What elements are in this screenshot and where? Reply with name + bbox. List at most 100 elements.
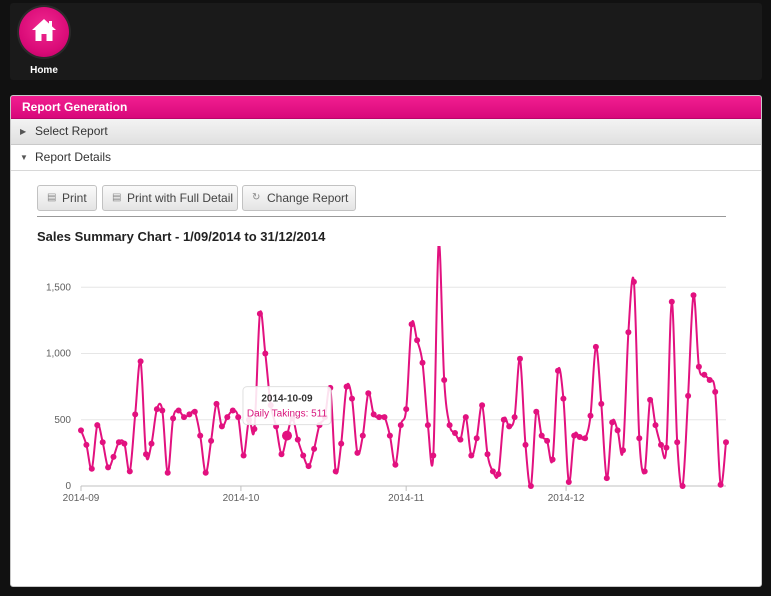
data-point (408, 321, 415, 328)
data-point (695, 363, 702, 370)
data-point (614, 427, 621, 434)
print-button[interactable]: ▤ Print (37, 185, 97, 211)
data-point (701, 371, 708, 378)
data-point (706, 377, 713, 383)
data-point (430, 452, 437, 459)
data-point (587, 412, 594, 419)
report-details-section[interactable]: ▼ Report Details (11, 145, 761, 171)
data-point (533, 408, 540, 415)
data-point (560, 395, 567, 402)
data-point (181, 414, 187, 421)
print-full-detail-label: Print with Full Detail (127, 191, 234, 205)
caret-right-icon: ▶ (20, 127, 27, 136)
data-point (479, 402, 486, 409)
x-tick-label: 2014-10 (223, 493, 260, 504)
data-point (663, 444, 670, 451)
data-point (186, 411, 193, 418)
data-point (517, 355, 523, 362)
data-point (132, 411, 139, 418)
data-point (218, 423, 225, 430)
data-point (630, 278, 637, 285)
chart-title: Sales Summary Chart - 1/09/2014 to 31/12… (37, 229, 326, 244)
data-point (354, 449, 361, 456)
data-point (565, 479, 572, 485)
data-point (213, 400, 220, 407)
data-point (576, 434, 583, 440)
data-point (473, 435, 480, 442)
data-point (235, 414, 242, 421)
home-button-circle[interactable] (19, 7, 69, 57)
data-point (636, 435, 643, 442)
caret-down-icon: ▼ (20, 153, 28, 162)
top-navigation-bar: Home (10, 3, 762, 80)
data-point (538, 432, 545, 439)
data-point (571, 432, 578, 439)
data-point (229, 407, 236, 414)
data-point (641, 468, 648, 475)
data-point (495, 471, 502, 478)
data-point (717, 481, 724, 488)
data-point (191, 408, 198, 415)
data-point (300, 452, 307, 459)
data-point (452, 430, 458, 436)
refresh-icon: ↻ (252, 192, 261, 203)
select-report-label: Select Report (35, 124, 108, 138)
data-point (110, 453, 117, 460)
series-line (80, 246, 727, 489)
data-point (202, 469, 209, 476)
data-point (376, 414, 383, 421)
home-label: Home (30, 65, 58, 76)
data-point (592, 343, 599, 350)
printer-icon: ▤ (112, 192, 122, 203)
data-point (603, 475, 610, 482)
tooltip-date: 2014-10-09 (261, 394, 313, 405)
data-point (625, 329, 632, 336)
sales-line-chart: 05001,0001,5002,0002014-092014-102014-11… (46, 246, 729, 504)
data-point (224, 414, 231, 421)
data-point (343, 383, 350, 390)
data-point (240, 452, 247, 459)
print-full-detail-button[interactable]: ▤ Print with Full Detail (102, 185, 238, 211)
data-point (511, 414, 518, 421)
data-point (83, 441, 90, 448)
data-point (332, 468, 339, 475)
data-point (148, 440, 155, 447)
data-point (457, 436, 464, 443)
data-point (544, 437, 551, 444)
home-button[interactable]: Home (19, 7, 69, 77)
data-point (414, 337, 421, 344)
data-point (143, 451, 149, 458)
data-point (555, 367, 561, 374)
change-report-button[interactable]: ↻ Change Report (242, 185, 356, 211)
data-point (282, 430, 292, 441)
data-point (170, 415, 177, 422)
report-generation-panel: Report Generation ▶ Select Report ▼ Repo… (10, 95, 762, 587)
data-point (256, 310, 263, 317)
data-point (652, 422, 659, 429)
data-point (164, 469, 171, 476)
data-point (105, 464, 112, 471)
x-tick-label: 2014-11 (388, 493, 424, 504)
data-point (78, 427, 84, 434)
data-point (278, 451, 285, 458)
data-point (419, 359, 426, 366)
data-point (126, 468, 133, 475)
data-point (159, 407, 166, 414)
data-point (251, 426, 258, 432)
data-point (674, 439, 681, 446)
select-report-section[interactable]: ▶ Select Report (11, 119, 761, 145)
data-point (99, 439, 106, 446)
data-point (723, 439, 729, 446)
data-point (506, 423, 513, 430)
y-tick-label: 0 (65, 481, 71, 492)
data-point (582, 435, 589, 442)
data-point (620, 447, 626, 454)
data-point (522, 441, 529, 448)
house-icon (32, 19, 56, 41)
data-point (549, 456, 556, 463)
data-point (489, 468, 496, 475)
print-button-label: Print (62, 191, 87, 205)
data-point (370, 411, 377, 418)
data-point (690, 292, 697, 299)
printer-icon: ▤ (47, 192, 57, 203)
